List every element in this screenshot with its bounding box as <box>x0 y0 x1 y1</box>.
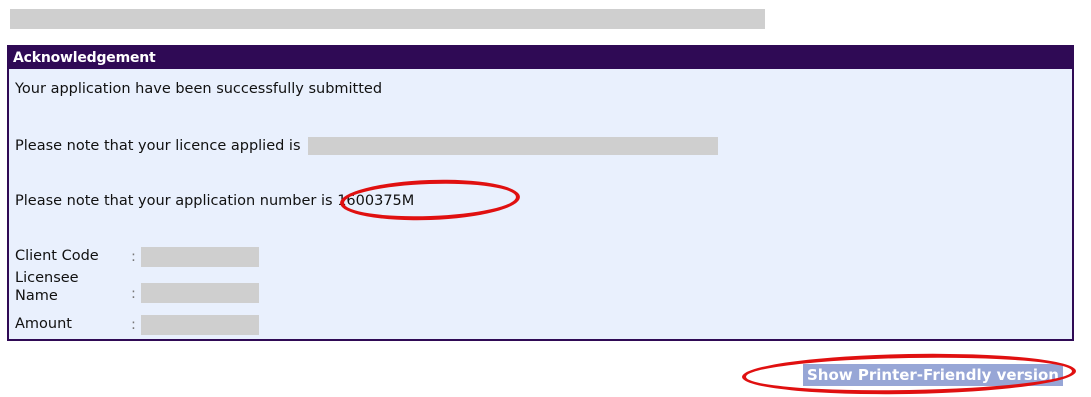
licensee-name-label: Licensee Name <box>15 270 79 304</box>
success-message: Your application have been successfully … <box>15 81 383 97</box>
printer-friendly-link[interactable]: Show Printer-Friendly version <box>802 364 1063 386</box>
redacted-licensee-name-value <box>141 283 259 303</box>
redacted-amount-value <box>141 315 259 335</box>
redacted-licence-value <box>308 137 719 155</box>
acknowledgement-panel: Acknowledgement Your application have be… <box>7 45 1074 341</box>
detail-separator: : <box>131 249 136 265</box>
licence-applied-label: Please note that your licence applied is <box>15 138 301 154</box>
detail-separator: : <box>131 317 136 333</box>
amount-label: Amount <box>15 316 72 332</box>
licence-applied-row: Please note that your licence applied is <box>15 137 719 155</box>
panel-title: Acknowledgement <box>9 47 1072 69</box>
application-number-text: Please note that your application number… <box>15 193 415 209</box>
redacted-top-bar <box>10 9 765 29</box>
client-code-label: Client Code <box>15 248 99 264</box>
detail-separator: : <box>131 286 136 302</box>
redacted-client-code-value <box>141 247 259 267</box>
